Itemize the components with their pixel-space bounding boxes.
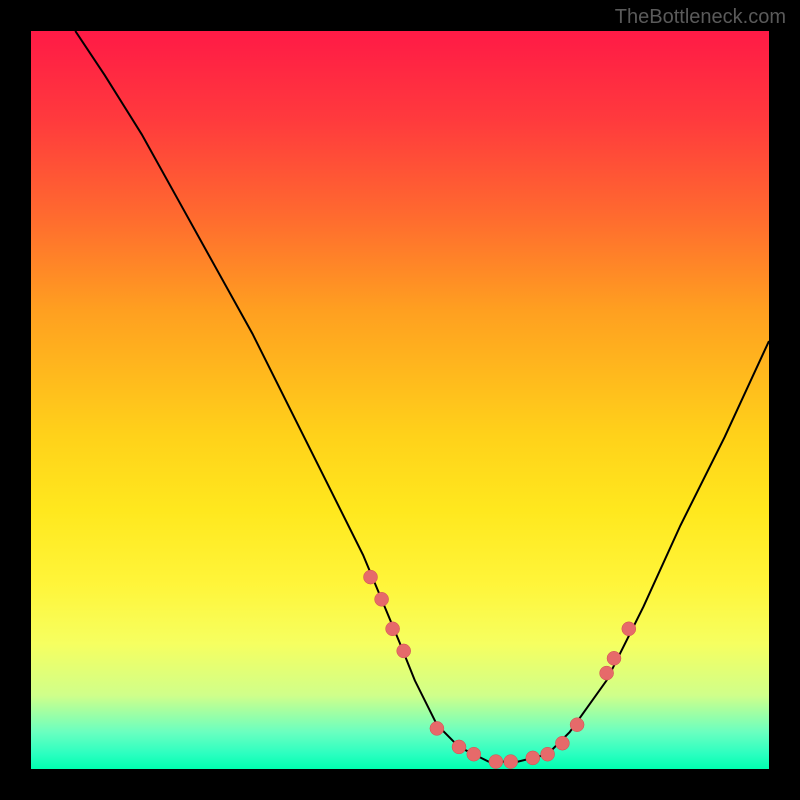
marker-dot [570,718,584,732]
watermark-text: TheBottleneck.com [615,6,786,29]
marker-dot [600,666,614,680]
marker-dot [489,755,503,769]
marker-dot [555,736,569,750]
marker-dots [364,570,636,769]
bottleneck-curve [75,31,769,762]
marker-dot [526,751,540,765]
marker-dot [541,747,555,761]
marker-dot [452,740,466,754]
marker-dot [622,622,636,636]
chart-plot-area [31,31,769,769]
marker-dot [364,570,378,584]
marker-dot [467,747,481,761]
marker-dot [397,644,411,658]
marker-dot [375,592,389,606]
marker-dot [607,651,621,665]
marker-dot [430,721,444,735]
marker-dot [386,622,400,636]
chart-svg [31,31,769,769]
marker-dot [504,755,518,769]
